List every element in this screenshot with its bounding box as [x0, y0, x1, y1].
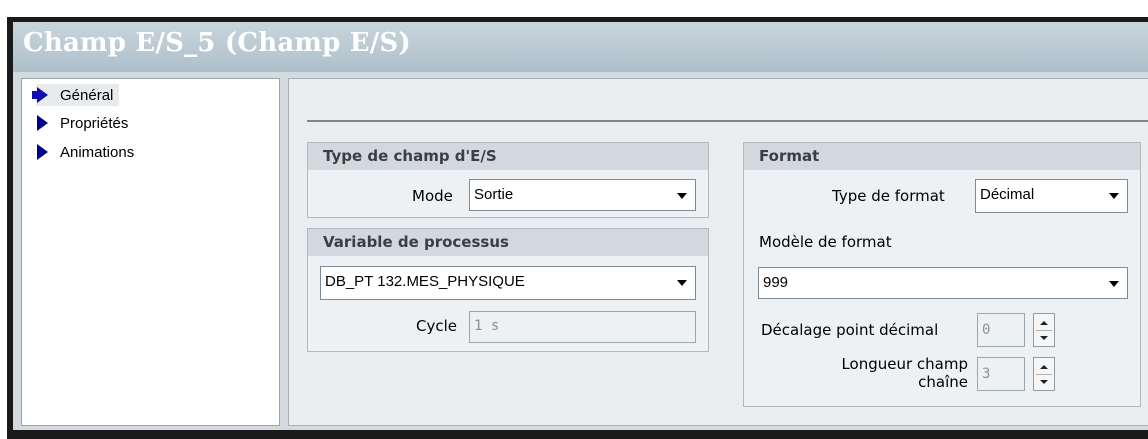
- process-variable-group: Variable de processus DB_PT 132.MES_PHYS…: [307, 228, 709, 352]
- format-model-select[interactable]: 999: [758, 267, 1128, 299]
- chevron-down-icon[interactable]: [1103, 182, 1125, 210]
- cycle-value: 1 s: [474, 318, 500, 334]
- mode-label: Mode: [412, 187, 453, 205]
- string-length-value: 3: [982, 366, 991, 382]
- arrow-right-icon: [37, 115, 48, 131]
- sidebar-nav: Général Propriétés Animations: [21, 78, 280, 426]
- string-length-input[interactable]: 3: [977, 357, 1025, 391]
- format-model-value: 999: [763, 274, 789, 291]
- group-title: Format: [744, 143, 1140, 170]
- sidebar-item-label: Animations: [60, 143, 135, 161]
- sidebar-item-animations[interactable]: Animations: [36, 141, 134, 163]
- format-type-value: Décimal: [980, 186, 1035, 203]
- chevron-up-icon[interactable]: [1036, 360, 1052, 375]
- sidebar-item-properties[interactable]: Propriétés: [36, 112, 128, 134]
- string-length-label-continued: chaîne: [918, 373, 968, 391]
- group-title: Variable de processus: [308, 229, 708, 256]
- sidebar-item-general[interactable]: Général: [32, 84, 120, 106]
- section-divider: [307, 120, 1148, 122]
- decimal-shift-label: Décalage point décimal: [761, 321, 939, 339]
- arrow-right-icon: [32, 87, 48, 103]
- decimal-shift-value: 0: [982, 322, 991, 338]
- format-model-label: Modèle de format: [759, 233, 892, 251]
- sidebar-item-label: Propriétés: [60, 114, 129, 132]
- format-type-label: Type de format: [832, 187, 945, 205]
- format-type-select[interactable]: Décimal: [975, 179, 1128, 213]
- arrow-right-icon: [37, 144, 48, 160]
- bottom-border: [7, 430, 1148, 439]
- io-field-type-group: Type de champ d'E/S Mode Sortie: [307, 142, 709, 218]
- mode-value: Sortie: [474, 186, 514, 203]
- sidebar-item-label: Général: [60, 86, 114, 104]
- group-title: Type de champ d'E/S: [308, 143, 708, 170]
- string-length-stepper[interactable]: [1033, 357, 1055, 391]
- chevron-down-icon[interactable]: [671, 269, 693, 297]
- window-title: Champ E/S_5 (Champ E/S): [23, 28, 411, 58]
- chevron-down-icon[interactable]: [671, 182, 693, 208]
- process-variable-value: DB_PT 132.MES_PHYSIQUE: [325, 273, 525, 290]
- chevron-down-icon[interactable]: [1036, 375, 1052, 389]
- decimal-shift-stepper[interactable]: [1033, 313, 1055, 347]
- mode-select[interactable]: Sortie: [469, 179, 696, 211]
- format-group: Format Type de format Décimal Modèle de …: [743, 142, 1141, 407]
- chevron-up-icon[interactable]: [1036, 316, 1052, 331]
- chevron-down-icon[interactable]: [1036, 331, 1052, 345]
- cycle-field: 1 s: [469, 311, 696, 343]
- decimal-shift-input[interactable]: 0: [977, 313, 1025, 347]
- chevron-down-icon[interactable]: [1103, 270, 1125, 296]
- cycle-label: Cycle: [416, 317, 457, 335]
- string-length-label: Longueur champ: [841, 355, 968, 373]
- process-variable-select[interactable]: DB_PT 132.MES_PHYSIQUE: [320, 266, 696, 300]
- title-bar: Champ E/S_5 (Champ E/S): [13, 22, 1148, 72]
